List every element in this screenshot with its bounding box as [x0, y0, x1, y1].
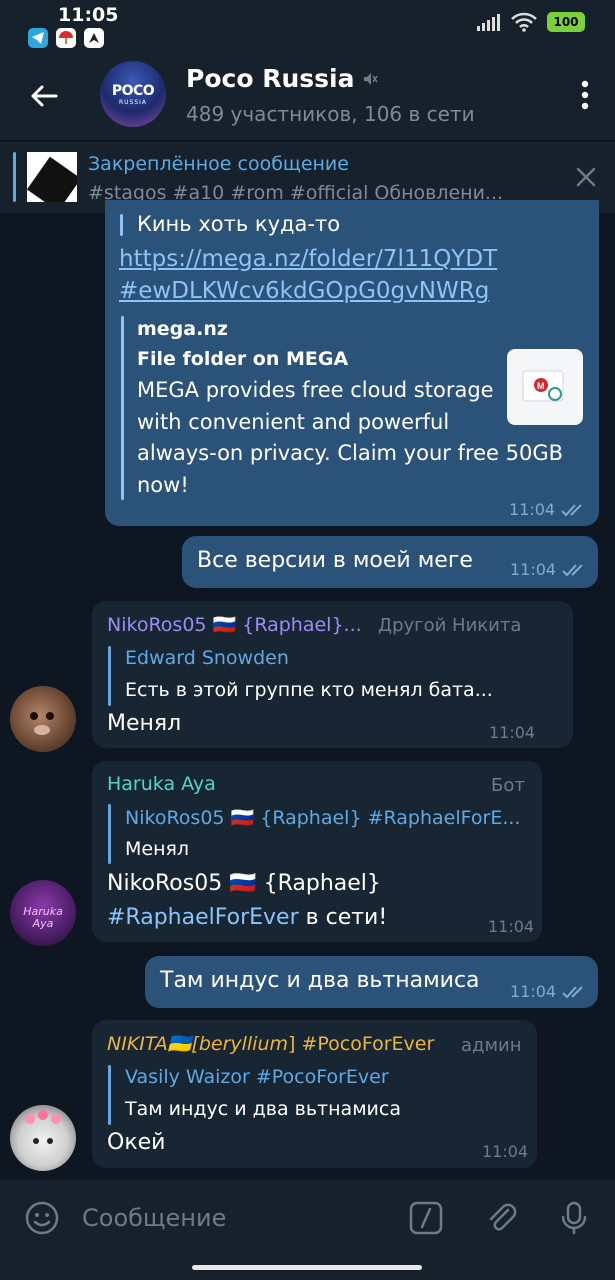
message-time: 11:04 — [509, 500, 556, 519]
message-text: Все версии в моей меге — [197, 548, 473, 573]
message-bubble-incoming[interactable]: NIKITA🇺🇦[beryllium] #PocoForEver админ V… — [92, 1020, 537, 1168]
reply-author: NikoRos05 🇷🇺 {Raphael} #RaphaelForE... — [125, 807, 521, 829]
sender-name-suffix: ] #PocoForEver — [288, 1033, 435, 1055]
cat-avatar-icon — [25, 1110, 61, 1144]
pinned-title: Закреплённое сообщение — [88, 153, 349, 175]
reply-text: Есть в этой группе кто менял бата... — [125, 679, 493, 701]
reply-indicator — [108, 1065, 111, 1125]
message-bubble-incoming[interactable]: NikoRos05 🇷🇺 {Raphael}... Другой Никита … — [92, 601, 573, 748]
message-link[interactable]: https://mega.nz/folder/7l11QYDT — [119, 246, 497, 272]
message-bubble-outgoing[interactable]: Там индус и два вьтнамиса 11:04 — [145, 956, 598, 1008]
chat-header: POCO RUSSIA Poco Russia 489 участников, … — [0, 52, 615, 140]
message-link[interactable]: #ewDLKWcv6kdGOpG0gvNWRg — [119, 278, 489, 304]
message-text: Там индус и два вьтнамиса — [160, 968, 480, 993]
message-time: 11:04 — [488, 917, 535, 936]
user-avatar[interactable]: Haruka Aya — [10, 880, 76, 946]
preview-site: mega.nz — [137, 318, 228, 340]
link-preview-bar — [121, 316, 124, 500]
notification-icons — [28, 28, 104, 48]
message-text-rest: в сети! — [298, 905, 388, 930]
reply-text: Менял — [125, 838, 190, 860]
message-text-line: #RaphaelForEver в сети! — [107, 905, 387, 930]
more-menu-icon[interactable] — [581, 80, 589, 110]
message-meta: 11:04 — [510, 982, 588, 1001]
reply-indicator — [108, 646, 111, 706]
user-avatar[interactable] — [10, 686, 76, 752]
attach-icon[interactable] — [484, 1200, 520, 1236]
preview-title: File folder on MEGA — [137, 348, 349, 370]
message-text: Менял — [107, 711, 182, 736]
chat-title[interactable]: Poco Russia — [186, 64, 379, 93]
emoji-icon[interactable] — [24, 1200, 60, 1236]
preview-description: with convenient and powerful — [137, 410, 450, 434]
chat-title-text: Poco Russia — [186, 64, 355, 93]
close-icon[interactable] — [575, 166, 597, 188]
microphone-icon[interactable] — [556, 1200, 592, 1236]
arrow-app-icon — [84, 28, 104, 48]
double-check-icon — [562, 985, 583, 998]
message-time: 11:04 — [489, 723, 536, 742]
umbrella-icon — [56, 28, 76, 48]
battery-indicator: 100 — [547, 12, 585, 32]
status-right: 100 — [477, 12, 585, 32]
member-tag: Бот — [491, 775, 525, 796]
message-bubble-outgoing[interactable]: Кинь хоть куда-то https://mega.nz/folder… — [105, 200, 599, 526]
back-arrow-icon[interactable] — [26, 78, 62, 114]
double-check-icon — [561, 503, 582, 516]
pinned-indicator — [13, 152, 16, 202]
message-time: 11:04 — [510, 560, 557, 579]
pinned-thumbnail — [27, 152, 77, 202]
avatar-text: Haruka Aya — [23, 905, 63, 930]
message-meta: 11:04 — [510, 560, 588, 579]
status-time: 11:05 — [58, 4, 119, 26]
message-meta: 11:04 — [509, 500, 587, 519]
hashtag-link[interactable]: #RaphaelForEver — [107, 905, 299, 930]
member-tag: админ — [461, 1035, 522, 1056]
hamster-avatar-icon — [30, 712, 54, 735]
message-time: 11:04 — [510, 982, 557, 1001]
message-bubble-incoming[interactable]: Haruka Aya Бот NikoRos05 🇷🇺 {Raphael} #R… — [92, 761, 542, 942]
user-avatar[interactable] — [10, 1105, 76, 1171]
reply-text: Там индус и два вьтнамиса — [125, 1098, 401, 1120]
avatar-sub-text: RUSSIA — [118, 98, 148, 106]
wifi-icon — [511, 12, 537, 32]
message-text: Окей — [107, 1130, 166, 1155]
sender-name[interactable]: Haruka Aya — [107, 773, 216, 795]
message-meta: 11:04 — [482, 1142, 528, 1161]
sender-name[interactable]: NIKITA🇺🇦[beryllium] #PocoForEver — [107, 1032, 434, 1055]
message-meta: 11:04 — [488, 917, 534, 936]
sender-name-italic: beryllium — [198, 1033, 289, 1055]
muted-icon — [364, 72, 379, 85]
status-bar: 11:05 100 — [0, 0, 615, 52]
message-input[interactable]: Сообщение — [82, 1204, 226, 1232]
avatar-logo-text: POCO — [111, 82, 155, 99]
mega-folder-icon: M — [507, 349, 583, 425]
svg-text:M: M — [537, 381, 545, 391]
preview-description: now! — [137, 473, 189, 497]
signal-icon — [477, 14, 500, 31]
reply-author: Vasily Waizor #PocoForEver — [125, 1066, 389, 1088]
preview-description: always-on privacy. Claim your free 50GB — [137, 441, 564, 465]
message-bubble-outgoing[interactable]: Все версии в моей меге 11:04 — [182, 536, 598, 588]
reply-author: Edward Snowden — [125, 647, 289, 669]
message-text: NikoRos05 🇷🇺 {Raphael} — [107, 871, 381, 896]
chat-subtitle: 489 участников, 106 в сети — [186, 102, 475, 126]
channel-avatar[interactable]: POCO RUSSIA — [100, 61, 166, 127]
member-tag: Другой Никита — [378, 615, 522, 636]
reply-indicator — [108, 804, 111, 864]
preview-description: MEGA provides free cloud storage — [137, 378, 494, 402]
message-meta: 11:04 — [489, 723, 535, 742]
bot-commands-icon[interactable] — [408, 1200, 444, 1236]
telegram-icon — [28, 28, 48, 48]
sender-name[interactable]: NikoRos05 🇷🇺 {Raphael}... — [107, 613, 365, 636]
home-indicator[interactable] — [192, 1265, 422, 1270]
sender-name-prefix: NIKITA🇺🇦[ — [107, 1033, 199, 1055]
quoted-text: Кинь хоть куда-то — [137, 212, 341, 236]
message-time: 11:04 — [482, 1142, 529, 1161]
double-check-icon — [562, 563, 583, 576]
